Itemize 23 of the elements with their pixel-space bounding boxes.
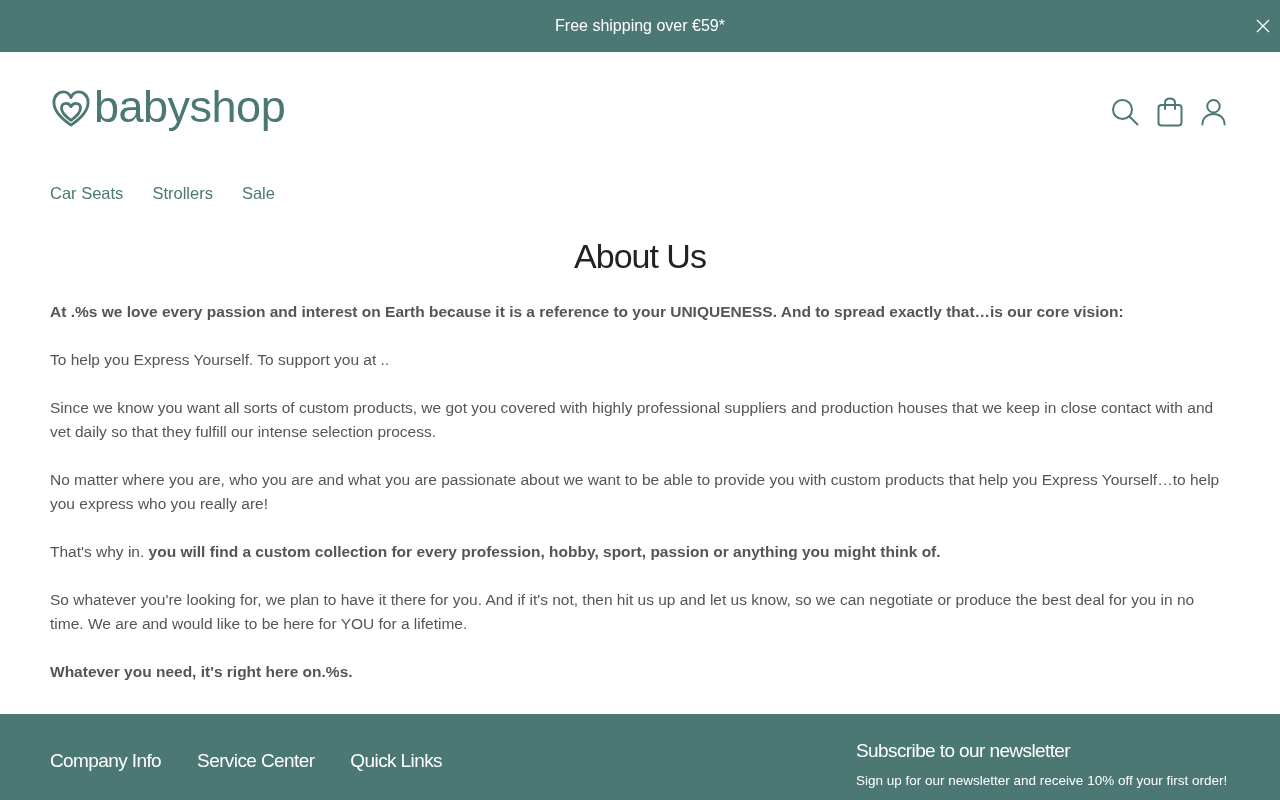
paragraph: So whatever you're looking for, we plan to have it there for you. And if it's not, then hit us up and let us know, so we can negotiate or produce the best deal for you in no time. We are and would like to be here for YOU for a lifetime. bbox=[50, 590, 1196, 634]
search-icon[interactable] bbox=[1111, 98, 1139, 126]
shopping-bag-icon[interactable] bbox=[1157, 97, 1183, 127]
nav-link[interactable]: Sale bbox=[241, 180, 275, 206]
newsletter-heading: Subscribe to our newsletter bbox=[856, 739, 1072, 763]
newsletter-text: Sign up for our newsletter and receive 10% off your first order! bbox=[856, 772, 1229, 790]
heart-logo-icon bbox=[52, 89, 90, 129]
announcement-text: Free shipping over €59* bbox=[555, 17, 725, 35]
footer-heading: Company Info bbox=[50, 749, 162, 773]
paragraph: Since we know you want all sorts of custom products, we got you covered with highly professional suppliers and production houses that we keep in close contact with and vet daily so that they fulfill our intense selection process. bbox=[50, 398, 1215, 442]
paragraph: Whatever you need, it's right here on.%s. bbox=[50, 662, 354, 682]
footer-heading: Service Center bbox=[197, 749, 315, 773]
nav-link[interactable]: Strollers bbox=[152, 180, 213, 206]
nav-link[interactable]: Car Seats bbox=[50, 180, 124, 206]
paragraph: That's why in. you will find a custom collection for every profession, hobby, sport, passion or anything you might think of. bbox=[50, 542, 942, 562]
logo[interactable]: babyshop bbox=[52, 86, 286, 132]
footer-heading: Quick Links bbox=[350, 749, 442, 773]
close-icon[interactable] bbox=[1256, 19, 1270, 33]
paragraph: No matter where you are, who you are and what you are passionate about we want to be able to provide you with custom products that help you Express Yourself…to help you express who you really are! bbox=[50, 470, 1221, 514]
user-icon[interactable] bbox=[1201, 98, 1226, 126]
page-title: About Us bbox=[573, 236, 707, 277]
paragraph: At .%s we love every passion and interest on Earth because it is a reference to your UNIQUENESS. And to spread exactly that…is our core vision: bbox=[50, 302, 1125, 322]
paragraph: To help you Express Yourself. To support you at .. bbox=[50, 350, 391, 370]
